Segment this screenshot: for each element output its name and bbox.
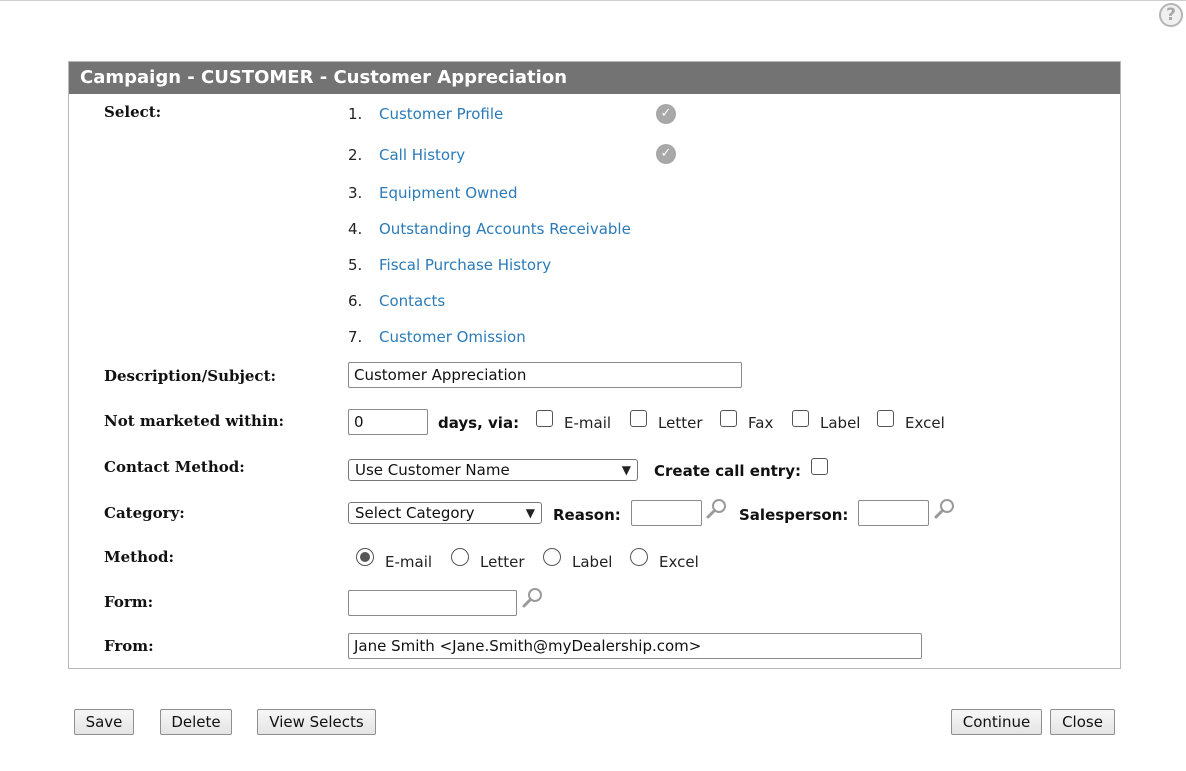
select-link-customer-profile[interactable]: Customer Profile [379,105,503,123]
reason-input[interactable] [631,500,702,526]
via-label-checkbox[interactable] [792,410,809,427]
create-call-checkbox[interactable] [811,458,828,475]
method-email-label: E-mail [385,553,433,571]
method-excel-radio[interactable] [630,548,648,566]
via-letter-checkbox[interactable] [630,410,647,427]
form-search-icon[interactable] [522,587,544,609]
salesperson-search-icon[interactable] [934,498,956,520]
contact-method-label: Contact Method: [104,458,245,476]
contact-method-value: Use Customer Name [355,461,510,479]
panel-title: Campaign - CUSTOMER - Customer Appreciat… [69,62,1120,94]
salesperson-input[interactable] [858,500,929,526]
from-input[interactable]: Jane Smith <Jane.Smith@myDealership.com> [348,633,922,659]
category-select[interactable]: Select Category ▼ [348,502,542,524]
via-letter-label: Letter [658,414,703,432]
description-label: Description/Subject: [104,367,277,385]
method-excel-label: Excel [659,553,699,571]
reason-search-icon[interactable] [706,498,728,520]
category-label: Category: [104,504,185,522]
select-item-number: 7. [348,328,363,346]
days-via-label: days, via: [438,414,520,432]
select-link-equipment-owned[interactable]: Equipment Owned [379,184,518,202]
chevron-down-icon: ▼ [525,506,535,520]
via-excel-checkbox[interactable] [877,410,894,427]
help-icon[interactable]: ? [1159,3,1183,27]
select-item-number: 4. [348,220,363,238]
campaign-panel: Campaign - CUSTOMER - Customer Appreciat… [68,61,1121,669]
form-input[interactable] [348,590,517,616]
continue-button[interactable]: Continue [951,709,1042,735]
select-item-number: 3. [348,184,363,202]
top-divider [0,0,1186,1]
method-email-radio[interactable] [356,548,374,566]
contact-method-select[interactable]: Use Customer Name ▼ [348,459,638,481]
select-label: Select: [104,103,162,121]
method-label-radio[interactable] [543,548,561,566]
not-marketed-label: Not marketed within: [104,412,285,430]
view-selects-button[interactable]: View Selects [257,709,376,735]
category-value: Select Category [355,504,475,522]
reason-label: Reason: [553,506,621,524]
select-item-number: 2. [348,146,363,164]
form-label: Form: [104,593,154,611]
via-fax-label: Fax [748,414,774,432]
create-call-label: Create call entry: [654,462,801,480]
method-letter-radio[interactable] [451,548,469,566]
via-email-checkbox[interactable] [536,410,553,427]
method-label: Method: [104,548,175,566]
select-link-customer-omission[interactable]: Customer Omission [379,328,526,346]
completed-check-icon: ✓ [656,104,676,124]
select-link-outstanding-ar[interactable]: Outstanding Accounts Receivable [379,220,631,238]
select-link-call-history[interactable]: Call History [379,146,465,164]
description-input[interactable]: Customer Appreciation [348,362,742,388]
select-item-number: 1. [348,105,363,123]
method-letter-label: Letter [480,553,525,571]
days-input[interactable]: 0 [348,409,428,435]
close-button[interactable]: Close [1050,709,1115,735]
via-fax-checkbox[interactable] [720,410,737,427]
select-link-fiscal-purchase-history[interactable]: Fiscal Purchase History [379,256,551,274]
from-label: From: [104,637,154,655]
select-item-number: 5. [348,256,363,274]
select-link-contacts[interactable]: Contacts [379,292,445,310]
via-email-label: E-mail [564,414,612,432]
via-label-label: Label [820,414,861,432]
chevron-down-icon: ▼ [621,463,631,477]
save-button[interactable]: Save [74,709,134,735]
via-excel-label: Excel [905,414,945,432]
method-label-label: Label [572,553,613,571]
delete-button[interactable]: Delete [160,709,232,735]
select-item-number: 6. [348,292,363,310]
completed-check-icon: ✓ [656,144,676,164]
salesperson-label: Salesperson: [739,506,849,524]
